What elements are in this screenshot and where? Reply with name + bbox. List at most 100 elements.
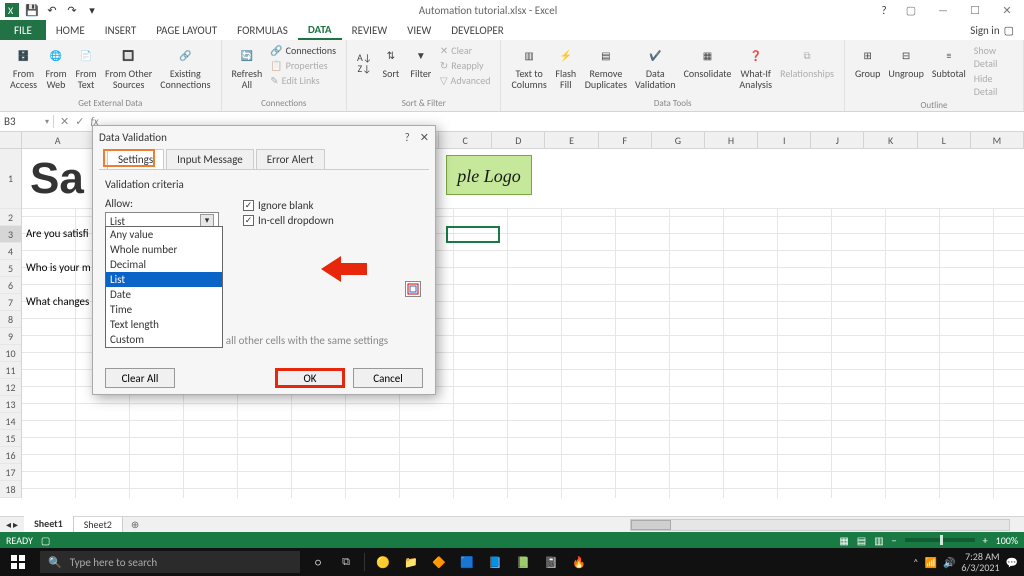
col-header[interactable]: E	[545, 132, 598, 148]
maximize-icon[interactable]: ☐	[962, 2, 988, 18]
name-box[interactable]: B3▾	[0, 115, 54, 128]
row-header[interactable]: 1	[0, 149, 21, 209]
whatif-button[interactable]: ❓What-If Analysis	[735, 42, 776, 92]
dropdown-option[interactable]: Time	[106, 302, 222, 317]
dialog-help-icon[interactable]: ?	[405, 131, 410, 144]
sheet-tab[interactable]: Sheet2	[74, 517, 123, 533]
app-icon[interactable]: 🔥	[565, 548, 593, 576]
save-icon[interactable]: 💾	[24, 2, 40, 18]
row-header[interactable]: 2	[0, 209, 21, 226]
sort-button[interactable]: ⇅Sort	[376, 42, 406, 81]
dialog-tab-input[interactable]: Input Message	[166, 149, 254, 169]
dropdown-option[interactable]: Whole number	[106, 242, 222, 257]
speaker-icon[interactable]: 🔊	[943, 556, 955, 569]
add-sheet-button[interactable]: ⊕	[123, 518, 147, 531]
row-header[interactable]: 9	[0, 328, 21, 345]
macro-record-icon[interactable]: ▢	[41, 534, 50, 547]
dialog-close-icon[interactable]: ✕	[420, 131, 429, 144]
flash-fill-button[interactable]: ⚡Flash Fill	[551, 42, 581, 92]
view-normal-icon[interactable]: ▦	[839, 534, 848, 547]
sort-az-button[interactable]: A↓Z↓	[353, 42, 376, 76]
col-header[interactable]: L	[918, 132, 971, 148]
clear-all-button[interactable]: Clear All	[105, 368, 175, 388]
select-all-corner[interactable]	[0, 132, 22, 148]
show-detail-button[interactable]: Show Detail	[974, 44, 1013, 70]
notification-icon[interactable]: 💬	[1006, 556, 1018, 569]
subtotal-button[interactable]: ≡Subtotal	[928, 42, 970, 81]
redo-icon[interactable]: ↷	[64, 2, 80, 18]
onenote-icon[interactable]: 📓	[537, 548, 565, 576]
col-header[interactable]: J	[811, 132, 864, 148]
ribbon-toggle-icon[interactable]: ▢	[898, 2, 924, 18]
advanced-button[interactable]: ▽Advanced	[440, 74, 491, 87]
task-view-icon[interactable]: ⧉	[332, 548, 360, 576]
start-button[interactable]	[0, 548, 36, 576]
col-header[interactable]: K	[864, 132, 917, 148]
app-icon[interactable]: 🟦	[453, 548, 481, 576]
clear-button[interactable]: ✕Clear	[440, 44, 491, 57]
col-header[interactable]: D	[492, 132, 545, 148]
minimize-icon[interactable]: —	[930, 2, 956, 18]
enter-icon[interactable]: ✓	[75, 115, 84, 128]
tab-developer[interactable]: DEVELOPER	[441, 20, 513, 40]
dialog-tab-error[interactable]: Error Alert	[256, 149, 325, 169]
view-pagelayout-icon[interactable]: ▤	[857, 534, 866, 547]
col-header[interactable]: G	[652, 132, 705, 148]
row-header[interactable]: 3	[0, 226, 21, 243]
dropdown-option[interactable]: Decimal	[106, 257, 222, 272]
signin[interactable]: Sign in▢	[960, 20, 1024, 40]
tab-file[interactable]: FILE	[0, 20, 46, 40]
qat-dropdown-icon[interactable]: ▾	[84, 2, 100, 18]
tab-home[interactable]: HOME	[46, 20, 95, 40]
text-to-columns-button[interactable]: ▥Text to Columns	[507, 42, 550, 92]
row-header[interactable]: 16	[0, 447, 21, 464]
group-button[interactable]: ⊞Group	[851, 42, 884, 81]
row-header[interactable]: 17	[0, 464, 21, 481]
col-header[interactable]: H	[705, 132, 758, 148]
col-header[interactable]: A	[22, 132, 95, 148]
tray-chevron-icon[interactable]: ˄	[913, 556, 918, 569]
dropdown-option[interactable]: Any value	[106, 227, 222, 242]
row-header[interactable]: 15	[0, 430, 21, 447]
row-header[interactable]: 7	[0, 294, 21, 311]
word-icon[interactable]: 📘	[481, 548, 509, 576]
taskbar-search[interactable]: 🔍Type here to search	[40, 551, 300, 573]
remove-dup-button[interactable]: ▤Remove Duplicates	[581, 42, 631, 92]
tab-view[interactable]: VIEW	[397, 20, 441, 40]
sheet-tab[interactable]: Sheet1	[24, 516, 74, 534]
horizontal-scrollbar[interactable]	[630, 519, 1010, 531]
from-web-button[interactable]: 🌐From Web	[41, 42, 71, 92]
row-header[interactable]: 5	[0, 260, 21, 277]
sheet-nav-next-icon[interactable]: ▸	[13, 518, 18, 531]
dropdown-option[interactable]: Text length	[106, 317, 222, 332]
row-header[interactable]: 4	[0, 243, 21, 260]
row-header[interactable]: 6	[0, 277, 21, 294]
tab-formulas[interactable]: FORMULAS	[227, 20, 298, 40]
connections-button[interactable]: 🔗Connections	[270, 44, 336, 57]
undo-icon[interactable]: ↶	[44, 2, 60, 18]
help-icon[interactable]: ?	[876, 2, 892, 18]
cancel-icon[interactable]: ✕	[60, 115, 69, 128]
consolidate-button[interactable]: ▦Consolidate	[680, 42, 736, 81]
dropdown-option[interactable]: Custom	[106, 332, 222, 347]
sheet-nav-prev-icon[interactable]: ◂	[6, 518, 11, 531]
dropdown-option-selected[interactable]: List	[106, 272, 222, 287]
dropdown-option[interactable]: Date	[106, 287, 222, 302]
zoom-level[interactable]: 100%	[996, 534, 1018, 547]
relationships-button[interactable]: ⧉Relationships	[776, 42, 838, 81]
close-icon[interactable]: ✕	[994, 2, 1020, 18]
tab-page-layout[interactable]: PAGE LAYOUT	[146, 20, 227, 40]
tab-data[interactable]: DATA	[298, 20, 342, 40]
chrome-icon[interactable]: 🟡	[369, 548, 397, 576]
zoom-slider[interactable]	[905, 538, 975, 542]
range-picker-button[interactable]	[405, 281, 421, 297]
row-header[interactable]: 11	[0, 362, 21, 379]
col-header[interactable]: F	[599, 132, 652, 148]
data-validation-button[interactable]: ✔️Data Validation	[631, 42, 680, 92]
ungroup-button[interactable]: ⊟Ungroup	[884, 42, 927, 81]
row-header[interactable]: 13	[0, 396, 21, 413]
col-header[interactable]: M	[971, 132, 1024, 148]
view-pagebreak-icon[interactable]: ▥	[874, 534, 883, 547]
ignore-blank-checkbox[interactable]: ✓Ignore blank	[243, 199, 334, 212]
clock-date[interactable]: 6/3/2021	[961, 562, 999, 573]
